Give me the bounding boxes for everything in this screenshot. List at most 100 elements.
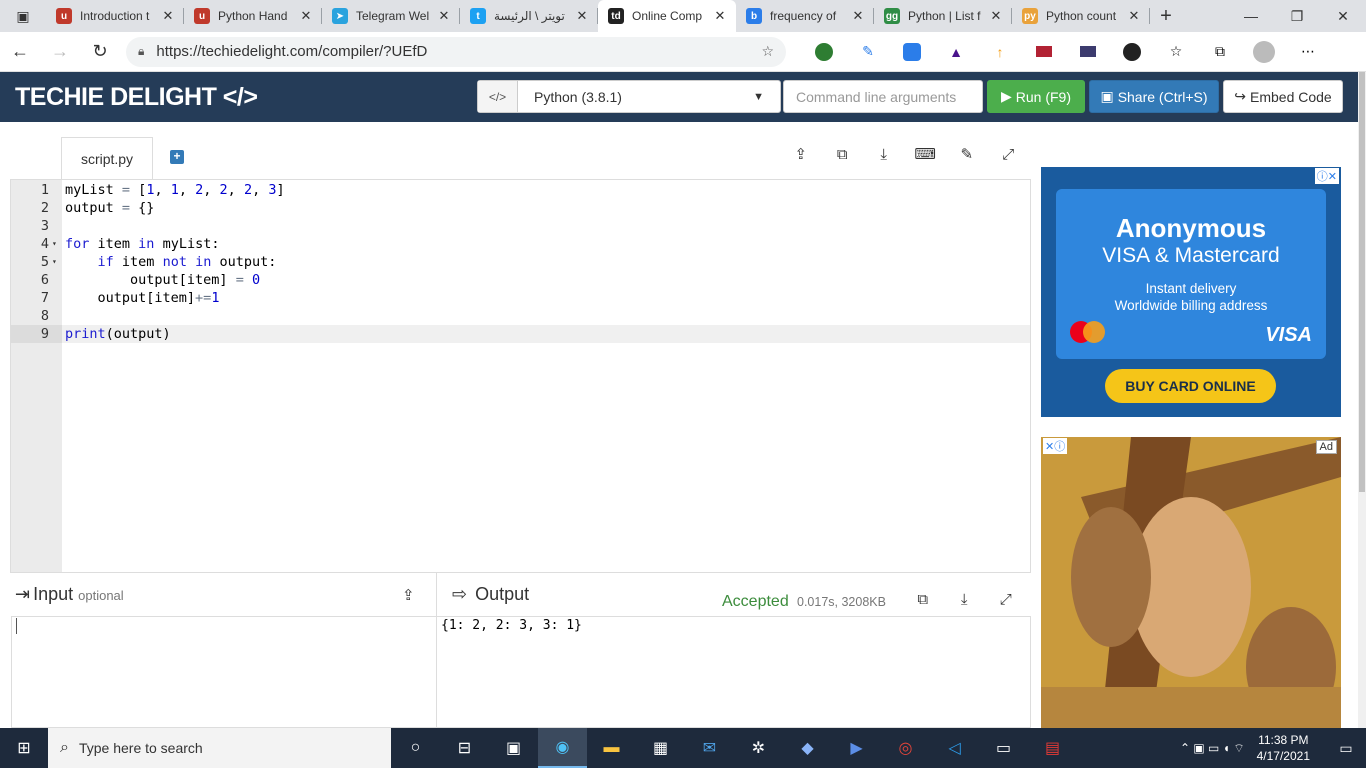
url-field[interactable]: 🔒︎ https://techiedelight.com/compiler/?U… xyxy=(126,36,786,67)
keyboard-icon[interactable]: ⌨ xyxy=(905,144,947,164)
embed-label: Embed Code xyxy=(1250,88,1332,105)
share-button[interactable]: ▣ Share (Ctrl+S) xyxy=(1089,80,1219,113)
store-icon[interactable]: ▦ xyxy=(636,728,685,768)
ad-close-icon-2[interactable]: ✕ⓘ xyxy=(1043,438,1068,454)
upload-icon[interactable]: ⇪ xyxy=(780,144,822,164)
input-upload-icon[interactable]: ⇪ xyxy=(402,586,415,604)
start-button[interactable]: ⊞ xyxy=(0,728,48,768)
pdf-icon[interactable]: ▤ xyxy=(1028,728,1077,768)
file-tab[interactable]: script.py xyxy=(61,137,153,179)
clock[interactable]: 11:38 PM 4/17/2021 xyxy=(1257,732,1310,764)
ad-close-icon[interactable]: ⓘ✕ xyxy=(1314,168,1339,184)
tab-close-icon[interactable]: ✕ xyxy=(1126,8,1142,24)
tab-close-icon[interactable]: ✕ xyxy=(160,8,176,24)
task-view-icon[interactable]: ⊟ xyxy=(440,728,489,768)
extension-d-icon[interactable] xyxy=(890,37,934,67)
output-copy-icon[interactable]: ⧉ xyxy=(902,589,944,609)
code-line[interactable]: 3 xyxy=(11,217,1030,235)
fullscreen-icon[interactable]: ⤢ xyxy=(988,144,1030,164)
ad-badge: Ad xyxy=(1315,440,1337,454)
code-line[interactable]: 7 output[item]+=1 xyxy=(11,289,1030,307)
code-line[interactable]: 1 myList = [1, 1, 2, 2, 2, 3] xyxy=(11,181,1030,199)
refresh-button[interactable]: ↻ xyxy=(80,36,120,68)
code-text: output[item] = 0 xyxy=(65,272,261,288)
buy-card-button[interactable]: BUY CARD ONLINE xyxy=(1105,369,1276,403)
browser-tab[interactable]: u Python Hand ✕ xyxy=(184,0,322,32)
stdin-input[interactable] xyxy=(11,616,436,728)
notification-icon[interactable]: ▭ xyxy=(1326,740,1366,757)
profile-avatar-icon[interactable] xyxy=(1242,37,1286,67)
code-line[interactable]: 4 ▾ for item in myList: xyxy=(11,235,1030,253)
site-logo[interactable]: TECHIE DELIGHT </> xyxy=(15,83,258,112)
file-explorer-icon[interactable]: ▬ xyxy=(587,728,636,768)
close-window-button[interactable]: ✕ xyxy=(1320,0,1366,32)
fold-toggle-icon[interactable]: ▾ xyxy=(52,235,57,253)
download-icon[interactable]: ⤓ xyxy=(863,144,905,164)
embed-code-button[interactable]: ↪ Embed Code xyxy=(1223,80,1343,113)
code-line[interactable]: 6 output[item] = 0 xyxy=(11,271,1030,289)
new-tab-button[interactable]: + xyxy=(1150,0,1182,32)
tab-close-icon[interactable]: ✕ xyxy=(436,8,452,24)
output-fullscreen-icon[interactable]: ⤢ xyxy=(985,589,1027,609)
tab-close-icon[interactable]: ✕ xyxy=(712,8,728,24)
cortana-icon[interactable]: ○ xyxy=(391,728,440,768)
tab-favicon-icon: u xyxy=(56,8,72,24)
code-editor[interactable]: 1 myList = [1, 1, 2, 2, 2, 3] 2 output = {}… xyxy=(10,179,1031,573)
copy-icon[interactable]: ⧉ xyxy=(822,144,864,164)
extension-globe-icon[interactable] xyxy=(802,37,846,67)
page-scrollbar-thumb[interactable] xyxy=(1359,72,1365,492)
extension-feather-icon[interactable]: ✎ xyxy=(846,37,890,67)
ad-banner-card[interactable]: ⓘ✕ Anonymous VISA & Mastercard Instant d… xyxy=(1041,167,1341,417)
run-button[interactable]: ▶ Run (F9) xyxy=(987,80,1085,113)
restore-button[interactable]: ❐ xyxy=(1274,0,1320,32)
powershell-icon[interactable]: ▶ xyxy=(832,728,881,768)
edge-icon[interactable]: ◉ xyxy=(538,728,587,768)
line-number: 7 xyxy=(40,290,49,306)
tab-close-icon[interactable]: ✕ xyxy=(988,8,1004,24)
browser-tab[interactable]: td Online Comp ✕ xyxy=(598,0,736,32)
code-line[interactable]: 9 print(output) xyxy=(11,325,1030,343)
box-icon[interactable]: ◆ xyxy=(783,728,832,768)
app-store-icon[interactable]: ▣ xyxy=(489,728,538,768)
extension-circle-icon[interactable] xyxy=(1110,37,1154,67)
command-line-args-input[interactable]: Command line arguments xyxy=(783,80,983,113)
back-button[interactable]: ← xyxy=(0,36,40,68)
tab-close-icon[interactable]: ✕ xyxy=(298,8,314,24)
code-line[interactable]: 8 xyxy=(11,307,1030,325)
tab-close-icon[interactable]: ✕ xyxy=(574,8,590,24)
forward-button[interactable]: → xyxy=(40,36,80,68)
tray-icons[interactable]: ⌃ ▣ ▭ ◖ ⌔ xyxy=(1180,741,1245,756)
language-select[interactable]: Python (3.8.1) ▼ xyxy=(518,81,780,112)
more-menu-icon[interactable]: ⋯ xyxy=(1286,37,1330,67)
taskbar-search[interactable]: ⌕ Type here to search xyxy=(48,728,391,768)
extension-flag-icon[interactable] xyxy=(1022,37,1066,67)
chrome-icon[interactable]: ◎ xyxy=(881,728,930,768)
ad-banner-illustration[interactable]: ✕ⓘ Ad xyxy=(1041,437,1341,728)
minimize-button[interactable]: — xyxy=(1228,0,1274,32)
extension-flag2-icon[interactable] xyxy=(1066,37,1110,67)
collections-icon[interactable]: ⧉ xyxy=(1198,37,1242,67)
tool-icon[interactable]: ✲ xyxy=(734,728,783,768)
code-line[interactable]: 5 ▾ if item not in output: xyxy=(11,253,1030,271)
output-download-icon[interactable]: ⤓ xyxy=(944,589,986,609)
edit-icon[interactable]: ✎ xyxy=(946,144,988,164)
vscode-icon[interactable]: ◁ xyxy=(930,728,979,768)
browser-tab[interactable]: ➤ Telegram Wel ✕ xyxy=(322,0,460,32)
add-file-icon[interactable]: + xyxy=(170,150,184,164)
window-menu-icon[interactable]: ▣ xyxy=(0,0,46,32)
add-favorite-icon[interactable]: ☆ xyxy=(761,43,774,60)
favorites-icon[interactable]: ☆ xyxy=(1154,37,1198,67)
extension-arrow-icon[interactable]: ↑ xyxy=(978,37,1022,67)
browser-tab[interactable]: b frequency of ✕ xyxy=(736,0,874,32)
tab-close-icon[interactable]: ✕ xyxy=(850,8,866,24)
status-badge: Accepted xyxy=(722,593,789,610)
mail-icon[interactable]: ✉ xyxy=(685,728,734,768)
code-line[interactable]: 2 output = {} xyxy=(11,199,1030,217)
browser-tab[interactable]: gg Python | List f ✕ xyxy=(874,0,1012,32)
browser-tab[interactable]: u Introduction t ✕ xyxy=(46,0,184,32)
fold-toggle-icon[interactable]: ▾ xyxy=(52,253,57,271)
terminal-icon[interactable]: ▭ xyxy=(979,728,1028,768)
browser-tab[interactable]: t تويتر \ الرئيسة ✕ xyxy=(460,0,598,32)
browser-tab[interactable]: py Python count ✕ xyxy=(1012,0,1150,32)
extension-hat-icon[interactable]: ▲ xyxy=(934,37,978,67)
